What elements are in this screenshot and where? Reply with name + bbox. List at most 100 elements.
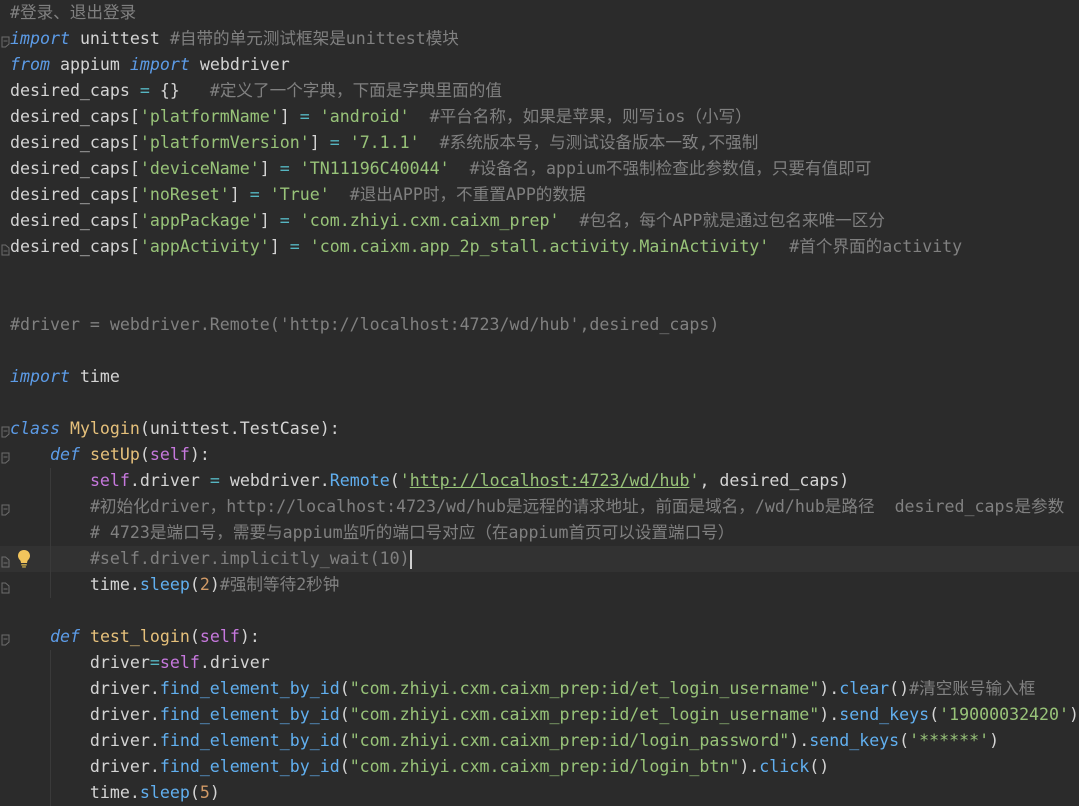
code-token-plain-text [10, 497, 90, 516]
code-token-string-literal: '19000032420' [939, 705, 1070, 724]
fold-toggle-icon[interactable] [1, 423, 10, 438]
fold-toggle-icon[interactable] [1, 553, 10, 568]
code-token-plain-text: ] [259, 159, 280, 178]
code-token-function-call: clear [839, 679, 890, 698]
code-token-plain-text: time. [10, 783, 140, 802]
code-line[interactable]: time.sleep(2)#强制等待2秒钟 [0, 572, 1079, 598]
code-token-self-keyword: self [89, 471, 130, 490]
code-line[interactable]: # 4723是端口号，需要与appium监听的端口号对应（在appium首页可以… [0, 520, 1079, 546]
code-token-plain-text: appium [49, 55, 130, 74]
code-line[interactable]: #登录、退出登录 [0, 0, 1079, 26]
code-editor[interactable]: #登录、退出登录 import unittest #自带的单元测试框架是unitt… [0, 0, 1079, 806]
code-line[interactable]: from appium import webdriver [0, 52, 1079, 78]
code-token-plain-text: ] [229, 185, 250, 204]
code-token-plain-text: unittest [69, 29, 170, 48]
code-token-plain-text: desired_caps[ [10, 237, 140, 256]
code-token-function-call: send_keys [809, 731, 900, 750]
code-token-plain-text: time. [10, 575, 140, 594]
code-token-self-keyword: self [159, 653, 200, 672]
code-line-current[interactable]: #self.driver.implicitly_wait(10) [0, 546, 1079, 572]
code-line[interactable]: driver=self.driver [0, 650, 1079, 676]
fold-toggle-icon[interactable] [1, 241, 10, 256]
code-token-comment: #设备名，appium不强制检查此参数值，只要有值即可 [469, 159, 872, 178]
fold-toggle-icon[interactable] [1, 449, 10, 464]
code-token-plain-text: ] [269, 237, 290, 256]
code-line[interactable]: driver.find_element_by_id("com.zhiyi.cxm… [0, 676, 1079, 702]
code-token-self-keyword: self [149, 445, 190, 464]
code-token-string-literal: '******' [909, 731, 990, 750]
code-line[interactable]: #初始化driver，http://localhost:4723/wd/hub是… [0, 494, 1079, 520]
code-token-plain-text: ( [189, 783, 200, 802]
code-token-comment: # 4723是端口号，需要与appium监听的端口号对应（在appium首页可以… [89, 523, 735, 542]
code-token-plain-text: desired_caps [10, 81, 140, 100]
code-token-plain-text: ). [739, 757, 760, 776]
code-line[interactable]: desired_caps['noReset'] = 'True' #退出APP时… [0, 182, 1079, 208]
code-token-plain-text [340, 133, 350, 152]
code-line[interactable]: import unittest #自带的单元测试框架是unittest模块 [0, 26, 1079, 52]
code-token-plain-text [260, 185, 270, 204]
code-token-plain-text: driver. [10, 679, 160, 698]
code-line[interactable]: import time [0, 364, 1079, 390]
code-token-keyword: class [10, 419, 60, 438]
code-token-definition-name: test_login [89, 627, 190, 646]
code-line[interactable]: driver.find_element_by_id("com.zhiyi.cxm… [0, 754, 1079, 780]
code-token-plain-text [560, 211, 580, 230]
code-token-string-literal: "com.zhiyi.cxm.caixm_prep:id/login_passw… [349, 731, 790, 750]
code-token-plain-text [769, 237, 789, 256]
code-token-plain-text: () [889, 679, 910, 698]
code-token-comment: #自带的单元测试框架是unittest模块 [169, 29, 459, 48]
code-line[interactable]: def setUp(self): [0, 442, 1079, 468]
fold-toggle-icon[interactable] [1, 501, 10, 516]
code-token-comment: #退出APP时，不重置APP的数据 [349, 185, 586, 204]
code-token-comment: #driver = webdriver.Remote('http://local… [10, 315, 720, 334]
code-token-comment: #self.driver.implicitly_wait(10) [89, 549, 410, 568]
lightbulb-icon[interactable] [17, 549, 31, 569]
code-line[interactable] [0, 390, 1079, 416]
code-token-string-literal: "com.zhiyi.cxm.caixm_prep:id/et_login_us… [349, 679, 820, 698]
fold-toggle-icon[interactable] [1, 33, 10, 48]
code-token-string-literal: 'appPackage' [139, 211, 260, 230]
code-token-keyword: def [49, 627, 80, 646]
code-line[interactable]: desired_caps['platformVersion'] = '7.1.1… [0, 130, 1079, 156]
code-token-operator: = [329, 133, 340, 152]
code-token-plain-text: ) [1069, 705, 1079, 724]
code-token-plain-text [450, 159, 470, 178]
code-line[interactable]: #driver = webdriver.Remote('http://local… [0, 312, 1079, 338]
code-token-comment: #清空账号输入框 [909, 679, 1036, 698]
code-token-plain-text: time [69, 367, 120, 386]
code-line[interactable]: driver.find_element_by_id("com.zhiyi.cxm… [0, 702, 1079, 728]
code-line[interactable]: desired_caps = {} #定义了一个字典，下面是字典里面的值 [0, 78, 1079, 104]
code-line[interactable]: desired_caps['platformName'] = 'android'… [0, 104, 1079, 130]
code-line[interactable]: self.driver = webdriver.Remote('http://l… [0, 468, 1079, 494]
code-line[interactable]: def test_login(self): [0, 624, 1079, 650]
code-line[interactable]: class Mylogin(unittest.TestCase): [0, 416, 1079, 442]
code-line[interactable] [0, 598, 1079, 624]
fold-toggle-icon[interactable] [1, 579, 10, 594]
code-token-plain-text: desired_caps[ [10, 107, 140, 126]
code-line[interactable] [0, 286, 1079, 312]
code-token-plain-text: ] [309, 133, 330, 152]
code-line[interactable]: desired_caps['appPackage'] = 'com.zhiyi.… [0, 208, 1079, 234]
code-line[interactable] [0, 260, 1079, 286]
code-line[interactable] [0, 338, 1079, 364]
code-token-plain-text: .driver [199, 653, 270, 672]
code-token-function-call: sleep [139, 575, 190, 594]
code-token-function-call: sleep [139, 783, 190, 802]
code-token-string-literal: "com.zhiyi.cxm.caixm_prep:id/et_login_us… [349, 705, 820, 724]
code-token-plain-text: desired_caps[ [10, 133, 140, 152]
code-token-keyword: import [10, 29, 70, 48]
code-token-plain-text: ( [139, 445, 150, 464]
code-token-self-keyword: self [199, 627, 240, 646]
code-token-comment: #包名，每个APP就是通过包名来唯一区分 [579, 211, 885, 230]
fold-toggle-icon[interactable] [1, 631, 10, 646]
code-token-definition-name: Mylogin [69, 419, 140, 438]
code-line[interactable]: desired_caps['appActivity'] = 'com.caixm… [0, 234, 1079, 260]
code-token-plain-text: ) [209, 575, 220, 594]
code-token-plain-text [300, 237, 310, 256]
code-token-plain-text [60, 419, 70, 438]
code-token-plain-text: (unittest.TestCase): [139, 419, 340, 438]
code-line[interactable]: desired_caps['deviceName'] = 'TN11196C40… [0, 156, 1079, 182]
code-line[interactable]: time.sleep(5) [0, 780, 1079, 806]
code-line[interactable]: driver.find_element_by_id("com.zhiyi.cxm… [0, 728, 1079, 754]
code-token-url-link[interactable]: http://localhost:4723/wd/hub [410, 471, 690, 490]
